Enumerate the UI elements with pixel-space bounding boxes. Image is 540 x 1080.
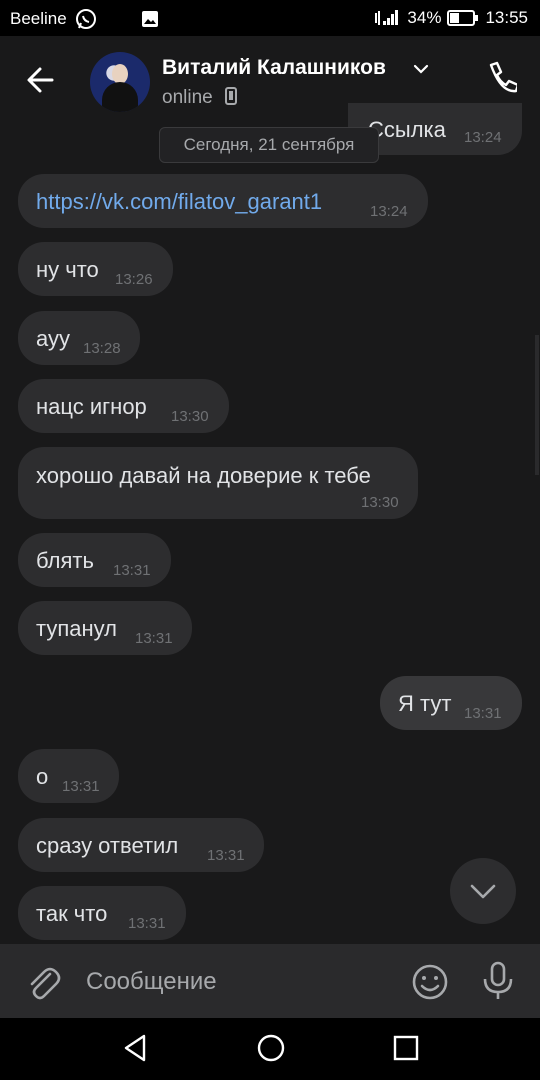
date-separator: Сегодня, 21 сентября <box>159 127 379 163</box>
scroll-to-bottom-button[interactable] <box>450 858 516 924</box>
message-time: 13:31 <box>464 705 502 722</box>
message-bubble[interactable]: сразу ответил 13:31 <box>18 818 264 872</box>
message-time: 13:24 <box>370 203 408 220</box>
scrollbar[interactable] <box>535 335 539 475</box>
gallery-icon <box>141 11 158 27</box>
message-bubble[interactable]: тупанул 13:31 <box>18 601 192 655</box>
message-input[interactable]: Сообщение <box>86 968 217 996</box>
mobile-device-icon <box>225 87 237 105</box>
message-text: Я тут <box>398 691 452 716</box>
message-bubble[interactable]: нацс игнор 13:30 <box>18 379 229 433</box>
message-time: 13:30 <box>361 494 399 511</box>
message-text: о <box>36 764 49 789</box>
message-text: так что <box>36 901 108 926</box>
paperclip-icon[interactable] <box>24 962 62 1002</box>
message-bubble[interactable]: блять 13:31 <box>18 533 171 587</box>
chevron-down-icon <box>470 884 496 899</box>
clock: 13:55 <box>485 8 528 27</box>
nav-home-icon[interactable] <box>256 1032 286 1064</box>
message-text: нацс игнор <box>36 394 147 419</box>
message-bubble-outgoing[interactable]: Я тут 13:31 <box>380 676 522 730</box>
message-text: Ссылка <box>368 117 446 142</box>
avatar[interactable] <box>90 52 150 112</box>
message-link[interactable]: https://vk.com/filatov_garant1 <box>36 189 322 215</box>
message-text: блять <box>36 548 94 573</box>
presence-status: online <box>162 86 238 109</box>
whatsapp-icon <box>75 9 96 29</box>
message-time: 13:31 <box>207 847 245 864</box>
message-composer: Сообщение <box>0 944 540 1018</box>
message-time: 13:28 <box>83 340 121 357</box>
message-bubble[interactable]: https://vk.com/filatov_garant1 13:24 <box>18 174 428 228</box>
emoji-icon[interactable] <box>410 962 450 1002</box>
message-text: тупанул <box>36 616 117 641</box>
status-bar: Beeline 34% 13:55 <box>0 0 540 36</box>
presence-label: online <box>162 87 213 108</box>
message-time: 13:26 <box>115 271 153 288</box>
nav-back-icon[interactable] <box>120 1032 150 1064</box>
message-bubble[interactable]: о 13:31 <box>18 749 119 803</box>
message-text: ну что <box>36 257 99 282</box>
chevron-down-icon[interactable] <box>412 60 430 78</box>
message-text: сразу ответил <box>36 833 179 858</box>
message-time: 13:24 <box>464 129 502 146</box>
message-text: ауу <box>36 326 70 351</box>
message-bubble[interactable]: ауу 13:28 <box>18 311 140 365</box>
battery-icon <box>447 10 479 26</box>
message-time: 13:30 <box>171 408 209 425</box>
back-arrow-icon[interactable] <box>22 60 62 100</box>
message-time: 13:31 <box>113 562 151 579</box>
phone-call-icon[interactable] <box>483 59 517 99</box>
contact-name[interactable]: Виталий Калашников <box>162 56 386 80</box>
message-bubble[interactable]: ну что 13:26 <box>18 242 173 296</box>
message-text: хорошо давай на доверие к тебе <box>36 463 371 488</box>
battery-percent: 34% <box>407 8 442 27</box>
message-time: 13:31 <box>62 778 100 795</box>
message-bubble[interactable]: так что 13:31 <box>18 886 186 940</box>
message-time: 13:31 <box>128 915 166 932</box>
message-bubble[interactable]: хорошо давай на доверие к тебе 13:30 <box>18 447 418 519</box>
signal-icon <box>375 10 399 25</box>
nav-recents-icon[interactable] <box>392 1034 420 1062</box>
carrier-label: Beeline <box>10 9 67 28</box>
system-nav-bar <box>0 1018 540 1080</box>
microphone-icon[interactable] <box>480 960 516 1002</box>
message-time: 13:31 <box>135 630 173 647</box>
